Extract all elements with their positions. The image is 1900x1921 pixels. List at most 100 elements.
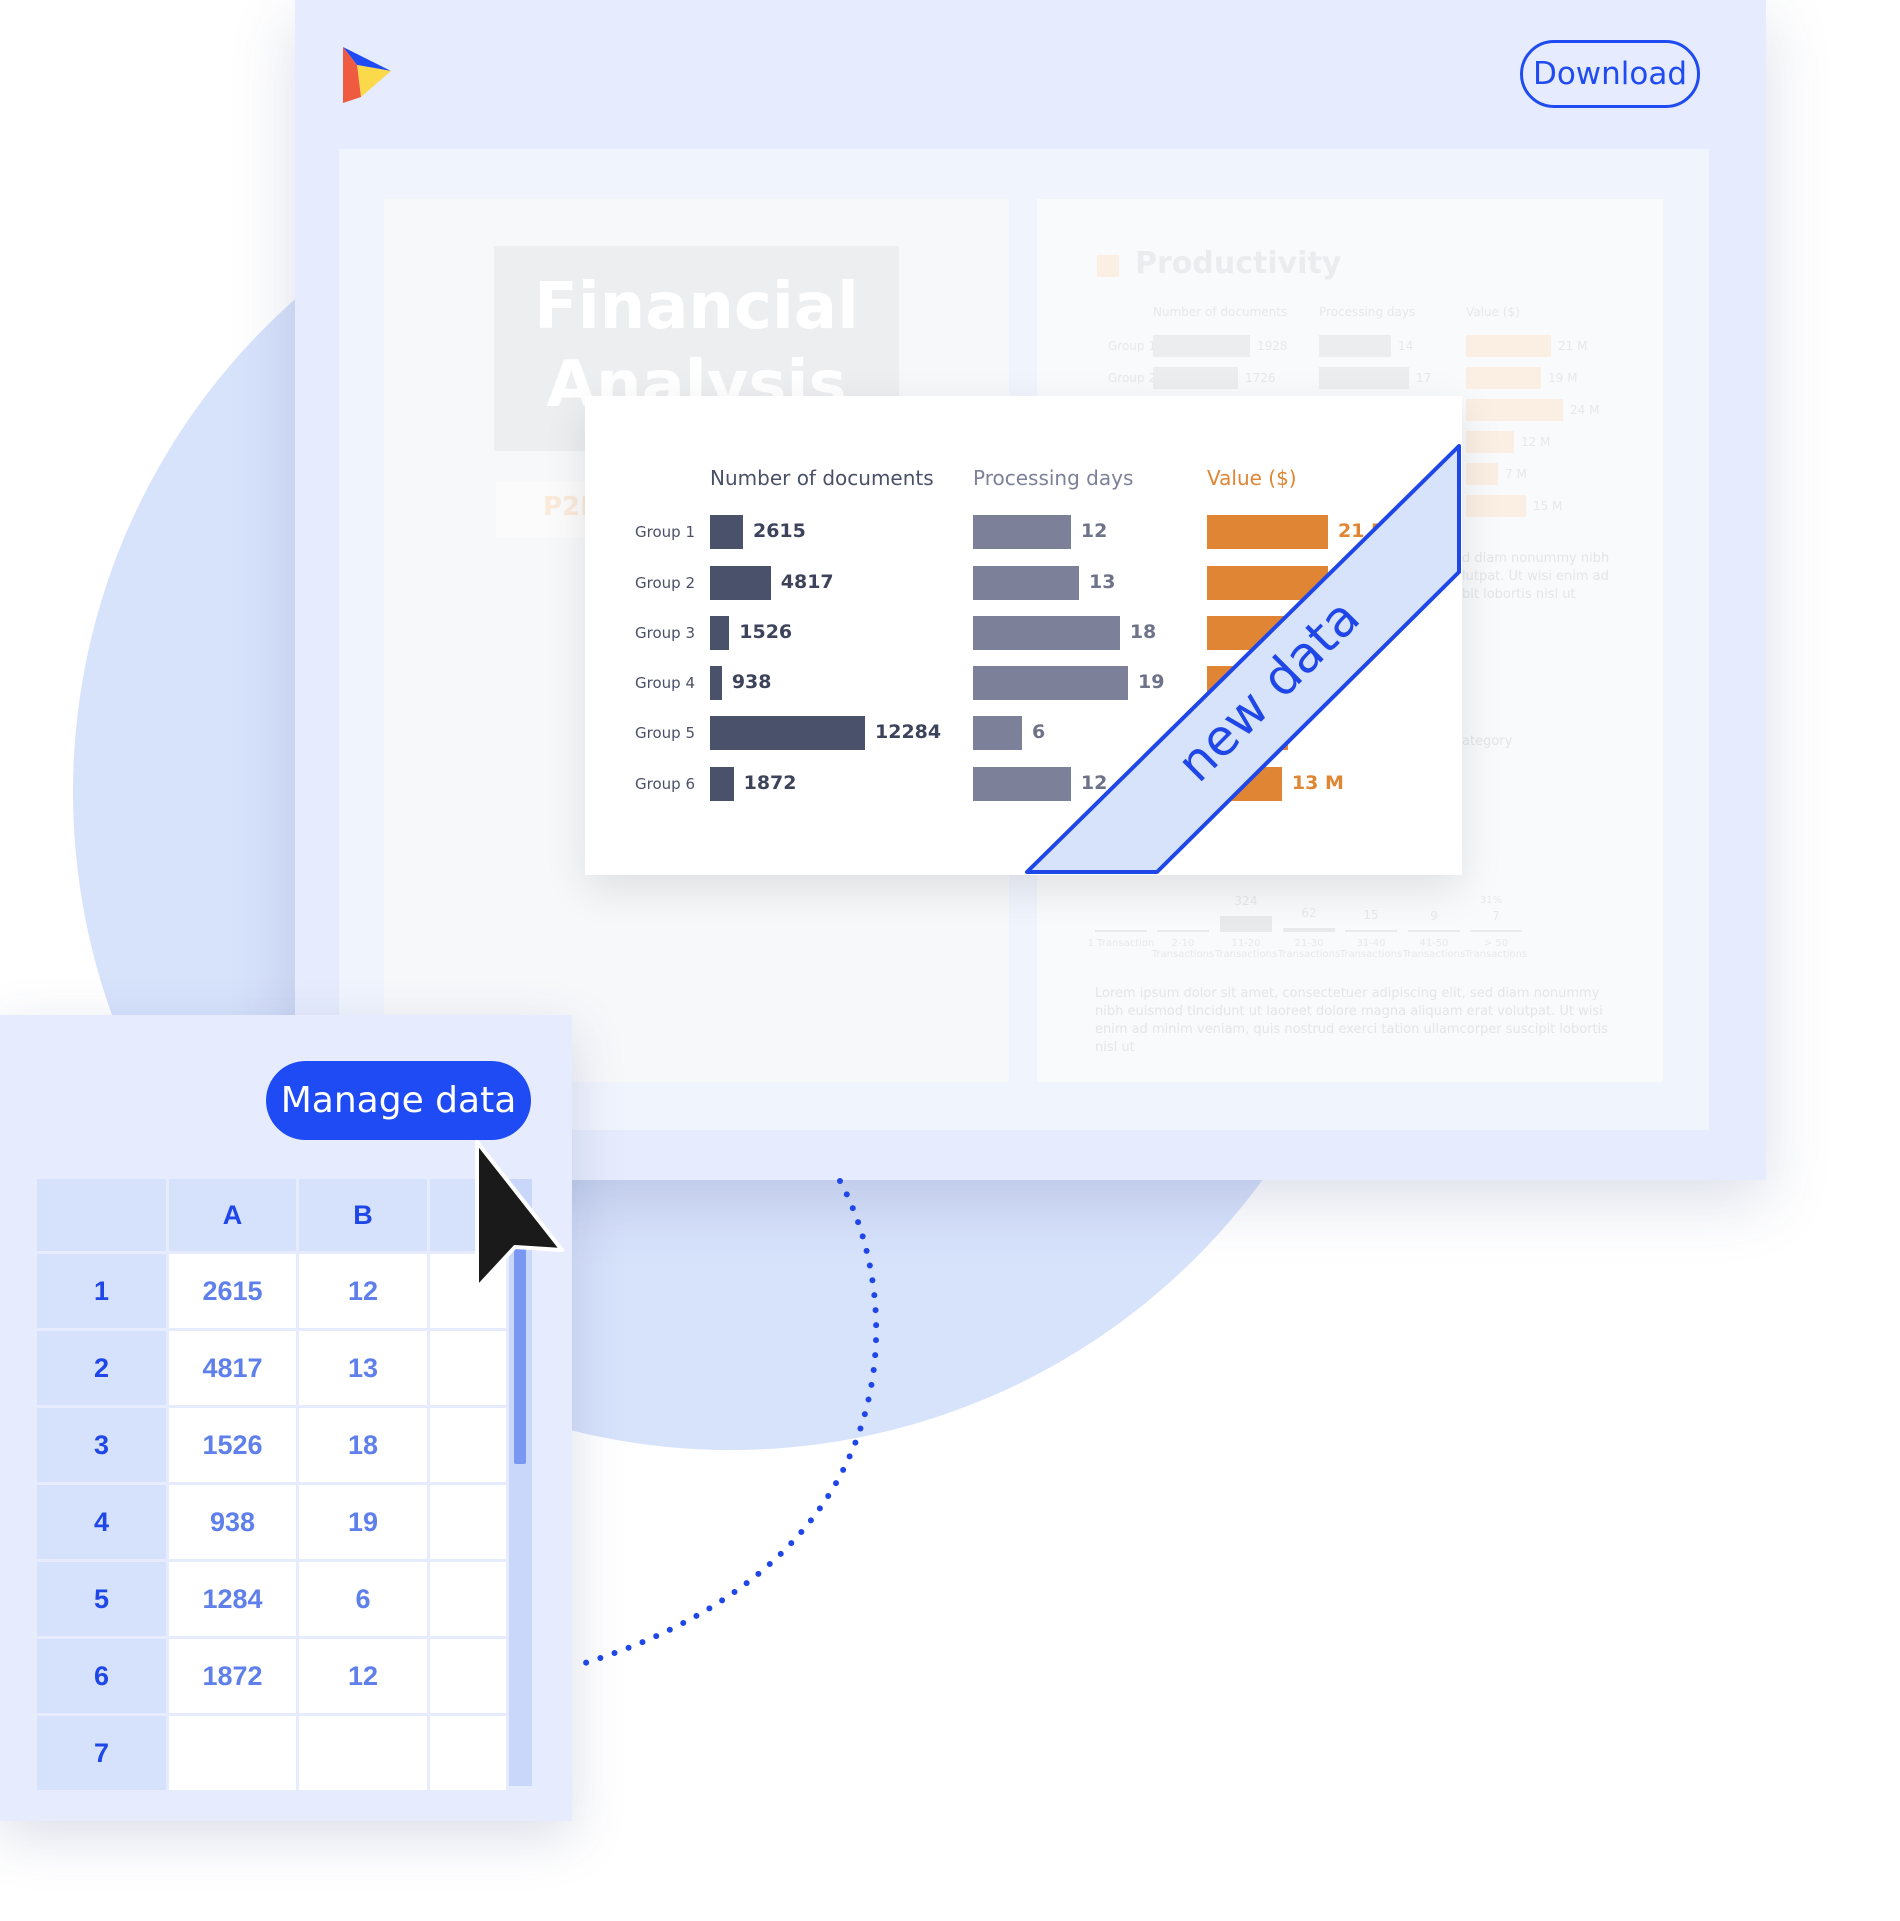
series-header: Number of documents xyxy=(710,466,934,490)
row-number[interactable]: 3 xyxy=(37,1408,166,1482)
faded-column-header: Processing days xyxy=(1319,305,1416,319)
cell-b[interactable] xyxy=(299,1716,427,1790)
bar xyxy=(973,616,1120,650)
faded-value: 7 M xyxy=(1505,467,1527,481)
data-label: 13 M xyxy=(1291,772,1344,794)
cell-a[interactable]: 4817 xyxy=(169,1331,296,1405)
faded-hist-category: 11-20 Transactions xyxy=(1214,938,1278,960)
cell-c[interactable] xyxy=(430,1639,506,1713)
faded-bar xyxy=(1466,431,1514,453)
column-header[interactable]: B xyxy=(299,1179,427,1251)
faded-value: 1726 xyxy=(1245,371,1276,385)
column-header[interactable]: A xyxy=(169,1179,296,1251)
data-label: 12 xyxy=(1080,772,1108,794)
cell-b[interactable]: 19 xyxy=(299,1485,427,1559)
faded-group: Group 2 xyxy=(1108,371,1156,385)
faded-bar xyxy=(1466,463,1498,485)
cell-c[interactable] xyxy=(430,1716,506,1790)
bar xyxy=(973,666,1128,700)
faded-hist-bar xyxy=(1220,916,1272,932)
category-label: Group 5 xyxy=(635,724,695,742)
faded-hist-category: 41-50 Transactions xyxy=(1402,938,1466,960)
faded-hist-bar xyxy=(1408,930,1460,932)
cell-c[interactable] xyxy=(430,1331,506,1405)
data-label: 12 xyxy=(1080,520,1108,542)
data-label: 13 xyxy=(1089,571,1116,593)
cell-a[interactable]: 1872 xyxy=(169,1639,296,1713)
cell-a[interactable]: 1526 xyxy=(169,1408,296,1482)
bar xyxy=(710,515,743,549)
faded-value: 17 xyxy=(1416,371,1432,385)
bar xyxy=(1207,515,1328,549)
bar xyxy=(710,616,730,650)
cell-b[interactable]: 18 xyxy=(299,1408,427,1482)
category-label: Group 2 xyxy=(635,574,695,592)
bar xyxy=(710,716,865,750)
faded-hist-value: 9 xyxy=(1430,909,1438,923)
data-label: 21 M xyxy=(1338,520,1390,542)
row-number[interactable]: 6 xyxy=(37,1639,166,1713)
cell-a[interactable]: 938 xyxy=(169,1485,296,1559)
bar xyxy=(710,767,734,801)
download-button[interactable]: Download xyxy=(1520,40,1700,108)
bar xyxy=(1207,616,1305,650)
manage-data-button[interactable]: Manage data xyxy=(266,1061,531,1140)
faded-hist-bar xyxy=(1345,930,1397,932)
faded-percent: 31% xyxy=(1480,895,1503,906)
cell-c[interactable] xyxy=(430,1408,506,1482)
bar xyxy=(710,666,722,700)
cell-c[interactable] xyxy=(430,1562,506,1636)
section-marker xyxy=(1097,255,1119,277)
faded-hist-category: 31-40 Transactions xyxy=(1339,938,1403,960)
cell-b[interactable]: 12 xyxy=(299,1639,427,1713)
faded-bar xyxy=(1319,367,1409,389)
faded-bar xyxy=(1153,367,1238,389)
cell-a[interactable]: 2615 xyxy=(169,1254,296,1328)
app-logo-icon xyxy=(343,47,391,103)
row-number[interactable]: 5 xyxy=(37,1562,166,1636)
faded-bar xyxy=(1466,399,1563,421)
faded-hist-bar xyxy=(1470,930,1522,932)
cell-a[interactable] xyxy=(169,1716,296,1790)
row-number[interactable]: 2 xyxy=(37,1331,166,1405)
faded-value: 14 xyxy=(1398,339,1414,353)
row-number[interactable]: 1 xyxy=(37,1254,166,1328)
column-header xyxy=(430,1179,506,1251)
cell-c[interactable] xyxy=(430,1485,506,1559)
data-label: 938 xyxy=(731,671,772,693)
bar xyxy=(1207,767,1282,801)
faded-group: Group 1 xyxy=(1108,339,1156,353)
data-label: 1526 xyxy=(739,621,793,643)
faded-value: 19 M xyxy=(1548,371,1578,385)
cell-b[interactable]: 6 xyxy=(299,1562,427,1636)
series-header: Processing days xyxy=(973,466,1134,490)
faded-value: 1928 xyxy=(1257,339,1288,353)
cell-b[interactable]: 12 xyxy=(299,1254,427,1328)
row-number[interactable]: 4 xyxy=(37,1485,166,1559)
scrollbar-thumb[interactable] xyxy=(514,1212,526,1464)
faded-column-header: Value ($) xyxy=(1466,305,1520,319)
row-number[interactable]: 7 xyxy=(37,1716,166,1790)
category-label: Group 4 xyxy=(635,674,695,692)
faded-value: 15 M xyxy=(1533,499,1563,513)
data-label: 18 xyxy=(1129,621,1157,643)
data-label: 1872 xyxy=(743,772,797,794)
faded-hist-value: 15 xyxy=(1363,908,1379,922)
bar xyxy=(710,566,771,600)
faded-lorem: Lorem ipsum dolor sit amet, consectetuer… xyxy=(1095,986,1609,1055)
cell-a[interactable]: 1284 xyxy=(169,1562,296,1636)
category-label: Group 3 xyxy=(635,624,695,642)
faded-value: 12 M xyxy=(1521,435,1551,449)
bar xyxy=(973,716,1022,750)
cell-b[interactable]: 13 xyxy=(299,1331,427,1405)
faded-hist-value: 7 xyxy=(1492,909,1500,923)
faded-bar xyxy=(1153,335,1250,357)
bar xyxy=(973,515,1071,549)
bar xyxy=(1207,716,1288,750)
faded-hist-bar xyxy=(1283,928,1335,932)
data-label: 19 xyxy=(1138,671,1165,693)
bar xyxy=(1207,566,1328,600)
faded-bar xyxy=(1319,335,1391,357)
cell-c[interactable] xyxy=(430,1254,506,1328)
faded-hist-category: 21-30 Transactions xyxy=(1277,938,1341,960)
